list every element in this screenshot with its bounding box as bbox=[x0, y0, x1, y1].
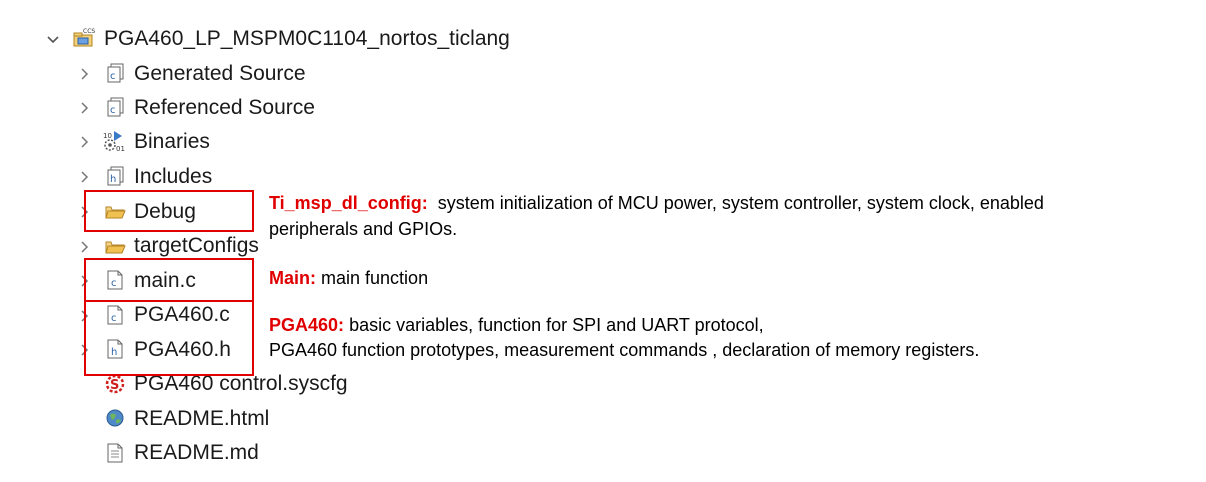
annotation-title: Ti_msp_dl_config: bbox=[269, 193, 428, 213]
svg-text:S: S bbox=[110, 378, 119, 393]
highlight-box-main bbox=[84, 258, 254, 302]
svg-text:c: c bbox=[110, 105, 116, 116]
binaries-icon: 10 01 bbox=[102, 129, 125, 153]
annotation-text: basic variables, function for SPI and UA… bbox=[349, 315, 764, 335]
source-folder-icon: c bbox=[104, 62, 126, 84]
chevron-right-icon[interactable] bbox=[75, 167, 95, 187]
highlight-box-pga460 bbox=[84, 300, 254, 376]
includes-icon: h bbox=[104, 165, 126, 187]
annotation-text: system initialization of MCU power, syst… bbox=[437, 193, 1044, 213]
tree-item-label: Includes bbox=[134, 165, 213, 188]
chevron-right-icon[interactable] bbox=[75, 237, 95, 257]
folder-icon bbox=[104, 236, 126, 258]
annotation-main: Main: main function bbox=[269, 265, 428, 291]
ccs-project-icon: CCS bbox=[72, 26, 95, 48]
chevron-right-icon[interactable] bbox=[75, 132, 95, 152]
text-file-icon bbox=[104, 442, 126, 464]
tree-item-label: targetConfigs bbox=[134, 234, 259, 257]
svg-text:10: 10 bbox=[103, 132, 112, 140]
annotation-title: Main: bbox=[269, 268, 316, 288]
project-label: PGA460_LP_MSPM0C1104_nortos_ticlang bbox=[104, 27, 510, 50]
html-globe-icon bbox=[104, 407, 126, 429]
syscfg-icon: S bbox=[104, 373, 126, 395]
chevron-right-icon[interactable] bbox=[75, 98, 95, 118]
tree-item-label: Referenced Source bbox=[134, 96, 315, 119]
tree-item-label: README.html bbox=[134, 407, 270, 430]
annotation-config: Ti_msp_dl_config: system initialization … bbox=[269, 190, 1044, 216]
annotation-config-line2: peripherals and GPIOs. bbox=[269, 219, 458, 239]
tree-item-label: Binaries bbox=[134, 130, 210, 153]
highlight-box-debug bbox=[84, 190, 254, 232]
tree-item-label: Generated Source bbox=[134, 62, 306, 85]
annotation-text: main function bbox=[321, 268, 429, 288]
annotation-pga460-line2: PGA460 function prototypes, measurement … bbox=[269, 340, 980, 360]
source-folder-icon: c bbox=[104, 96, 126, 118]
tree-item-label: README.md bbox=[134, 441, 259, 464]
svg-text:c: c bbox=[110, 71, 116, 82]
chevron-down-icon[interactable] bbox=[43, 30, 63, 50]
svg-text:CCS: CCS bbox=[83, 28, 95, 35]
annotation-pga460: PGA460: basic variables, function for SP… bbox=[269, 312, 764, 338]
svg-text:01: 01 bbox=[116, 145, 125, 153]
annotation-title: PGA460: bbox=[269, 315, 345, 335]
chevron-right-icon[interactable] bbox=[75, 64, 95, 84]
svg-text:h: h bbox=[110, 174, 116, 185]
